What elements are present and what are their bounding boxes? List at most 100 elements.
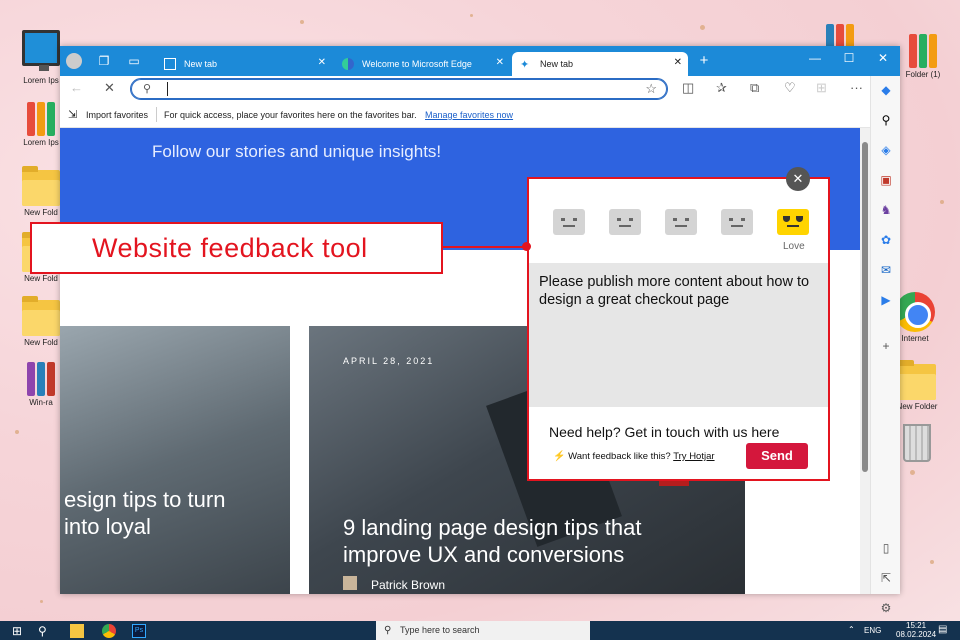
search-icon: ⚲: [384, 625, 392, 636]
page-scrollbar[interactable]: [860, 128, 870, 594]
tab-actions-icon[interactable]: ▭: [126, 53, 142, 69]
favorites-hint: For quick access, place your favorites h…: [164, 110, 417, 120]
close-icon[interactable]: ✕: [318, 57, 326, 68]
manage-favorites-link[interactable]: Manage favorites now: [425, 110, 513, 120]
navigation-toolbar: ← ✕ ⚲ ☆ ◫ ✰ ⧉ ♡ ⊞ ···: [60, 76, 900, 102]
article-author[interactable]: Patrick Brown: [371, 578, 445, 592]
address-bar[interactable]: ⚲ ☆: [130, 78, 668, 100]
splatter-dot: [40, 600, 43, 603]
collections-icon[interactable]: ⧉: [750, 80, 759, 96]
desktop-icon-folder-1[interactable]: Folder (1): [896, 32, 950, 79]
open-external-icon[interactable]: ⇱: [878, 570, 894, 586]
back-arrow-icon[interactable]: ←: [70, 80, 83, 95]
binders-icon: [904, 32, 942, 68]
close-window-button[interactable]: ✕: [866, 46, 900, 70]
close-icon[interactable]: ✕: [496, 57, 504, 68]
taskbar-search-input[interactable]: ⚲ Type here to search: [376, 621, 590, 640]
divider: [156, 107, 157, 122]
tab-label: New tab: [540, 59, 574, 69]
hotjar-promo: ⚡ Want feedback like this? Try Hotjar: [553, 451, 715, 462]
tools-icon[interactable]: ▣: [878, 172, 894, 188]
annotation-connector-dot: [522, 242, 531, 251]
tray-chevron-icon[interactable]: ⌃: [848, 625, 855, 634]
language-indicator[interactable]: ENG: [864, 626, 881, 635]
browser-essentials-icon[interactable]: ♡: [784, 80, 796, 96]
workspaces-icon[interactable]: ❐: [96, 53, 112, 69]
shopping-tag-icon[interactable]: ◈: [878, 142, 894, 158]
help-text[interactable]: Need help? Get in touch with us here: [549, 424, 779, 440]
page-icon: [164, 58, 176, 70]
scrollbar-thumb[interactable]: [862, 142, 868, 472]
splatter-dot: [910, 470, 915, 475]
article-title[interactable]: 9 landing page design tips that improve …: [343, 514, 641, 568]
annotation-callout: Website feedback tool: [30, 222, 443, 274]
title-bar: ❐ ▭ New tab ✕ Welcome to Microsoft Edge …: [60, 46, 900, 76]
profile-icon[interactable]: [66, 53, 82, 69]
avatar: [343, 576, 357, 590]
article-title[interactable]: esign tips to turn into loyal: [64, 486, 225, 540]
close-feedback-button[interactable]: ✕: [786, 167, 810, 191]
windows-start-icon[interactable]: ⊞: [12, 624, 26, 638]
send-button[interactable]: Send: [746, 443, 808, 469]
minimize-button[interactable]: —: [798, 46, 832, 70]
hide-sidebar-icon[interactable]: ▯: [878, 540, 894, 556]
tab-label: Welcome to Microsoft Edge: [362, 59, 472, 69]
splatter-dot: [470, 14, 473, 17]
favorites-icon[interactable]: ✰: [716, 80, 727, 96]
rating-love-icon[interactable]: [777, 209, 809, 235]
search-placeholder: Type here to search: [400, 625, 480, 635]
favorites-bar: ⇲ Import favorites For quick access, pla…: [60, 102, 900, 128]
rating-row: Love: [529, 179, 828, 263]
notifications-icon[interactable]: ▤: [938, 624, 947, 635]
new-tab-plus-icon[interactable]: +: [696, 53, 712, 69]
tab-welcome-edge[interactable]: Welcome to Microsoft Edge ✕: [334, 52, 510, 76]
add-sidebar-app-icon[interactable]: +: [878, 338, 894, 354]
feedback-comment-textarea[interactable]: Please publish more content about how to…: [529, 263, 828, 407]
stop-icon[interactable]: ✕: [104, 80, 115, 96]
import-favorites-button[interactable]: Import favorites: [86, 110, 148, 120]
search-icon: ⚲: [143, 83, 152, 95]
windows-taskbar: ⊞ ⚲ Ps ⚲ Type here to search ⌃ ENG 15:21…: [0, 621, 960, 640]
more-menu-icon[interactable]: ···: [850, 80, 863, 95]
search-icon[interactable]: ⚲: [878, 112, 894, 128]
photoshop-icon[interactable]: Ps: [132, 624, 146, 638]
rating-like-icon[interactable]: [721, 209, 753, 235]
file-explorer-icon[interactable]: [70, 624, 84, 638]
extensions-icon[interactable]: ⊞: [816, 80, 827, 96]
maximize-button[interactable]: ☐: [832, 46, 866, 70]
winrar-icon: [22, 360, 60, 396]
settings-gear-icon[interactable]: ⚙: [878, 600, 894, 616]
rating-dislike-icon[interactable]: [609, 209, 641, 235]
edge-sidebar: ◆ ⚲ ◈ ▣ ♞ ✿ ✉ ▶ + ▯ ⇱ ⚙: [870, 76, 900, 615]
annotation-label: Website feedback tool: [92, 233, 368, 263]
copilot-icon[interactable]: ◆: [878, 82, 894, 98]
clock[interactable]: 15:21 08.02.2024: [896, 621, 936, 639]
search-icon[interactable]: ⚲: [38, 624, 52, 638]
tab-new-tab-active[interactable]: ✦ New tab ✕: [512, 52, 688, 76]
hero-heading: Follow our stories and unique insights!: [152, 142, 442, 161]
split-screen-icon[interactable]: ◫: [682, 80, 694, 96]
tab-new-tab-1[interactable]: New tab ✕: [156, 52, 332, 76]
feedback-widget: Love Please publish more content about h…: [527, 177, 830, 481]
try-hotjar-link[interactable]: Try Hotjar: [673, 451, 714, 462]
rating-label: Love: [783, 241, 805, 252]
rating-hate-icon[interactable]: [553, 209, 585, 235]
splatter-dot: [700, 25, 705, 30]
clock-date: 08.02.2024: [896, 630, 937, 639]
hotjar-logo-icon: ⚡: [553, 451, 566, 462]
chrome-icon[interactable]: [102, 624, 116, 638]
favorite-star-icon[interactable]: ☆: [645, 81, 657, 97]
splatter-dot: [930, 560, 934, 564]
rating-neutral-icon[interactable]: [665, 209, 697, 235]
outlook-icon[interactable]: ✉: [878, 262, 894, 278]
tab-label: New tab: [184, 59, 218, 69]
hotjar-promo-text: Want feedback like this?: [568, 451, 671, 462]
microsoft-365-icon[interactable]: ✿: [878, 232, 894, 248]
games-icon[interactable]: ♞: [878, 202, 894, 218]
desktop-icon-label: Folder (1): [905, 70, 941, 79]
article-card[interactable]: esign tips to turn into loyal: [60, 326, 290, 594]
binders-icon: [22, 100, 60, 136]
close-icon[interactable]: ✕: [674, 57, 682, 68]
drop-icon[interactable]: ▶: [878, 292, 894, 308]
clock-time: 15:21: [906, 621, 927, 630]
